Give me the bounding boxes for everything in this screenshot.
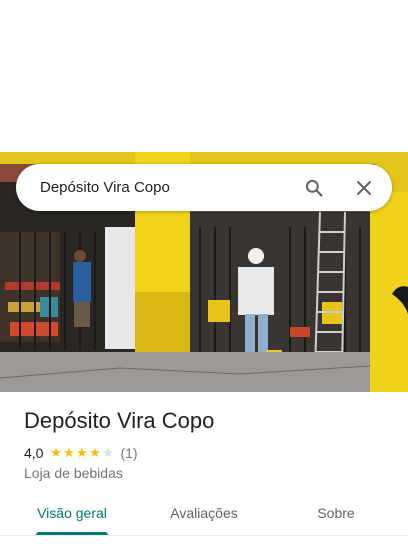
review-count[interactable]: (1) [120, 445, 137, 461]
search-icon[interactable] [296, 170, 332, 206]
tab-bar: Visão geral Avaliações Sobre [0, 490, 408, 536]
star-icon: ★ [63, 445, 75, 460]
tab-overview[interactable]: Visão geral [37, 505, 107, 521]
star-icon: ★ [89, 445, 101, 460]
star-icon: ★ [50, 445, 62, 460]
tab-reviews[interactable]: Avaliações [170, 505, 237, 521]
tab-divider [0, 535, 408, 536]
rating-value: 4,0 [24, 445, 44, 461]
star-empty-icon: ★ [102, 445, 114, 460]
rating-stars: ★ ★ ★ ★ ★ [49, 446, 114, 460]
place-category: Loja de bebidas [24, 465, 123, 481]
tab-about[interactable]: Sobre [317, 505, 354, 521]
place-title: Depósito Vira Copo [24, 408, 215, 433]
close-icon[interactable] [346, 170, 382, 206]
search-query-text[interactable]: Depósito Vira Copo [40, 179, 296, 196]
star-icon: ★ [76, 445, 88, 460]
blank-map-area [0, 0, 408, 152]
rating-row[interactable]: 4,0 ★ ★ ★ ★ ★ (1) [24, 445, 138, 461]
search-bar[interactable]: Depósito Vira Copo [16, 164, 392, 211]
